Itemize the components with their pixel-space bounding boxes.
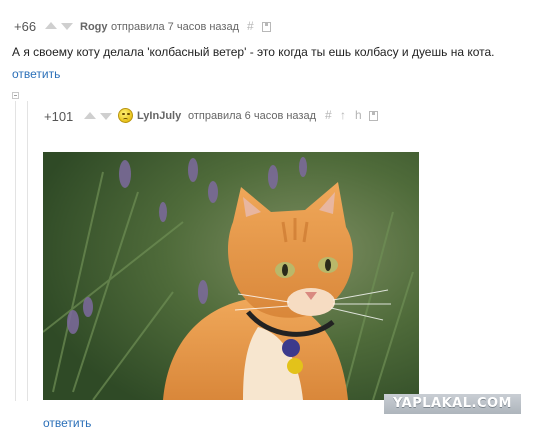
thread-line	[15, 101, 16, 401]
cat-illustration	[43, 152, 419, 400]
comment1-downvote-icon[interactable]	[61, 23, 73, 30]
comment1-username[interactable]: Rogy	[80, 21, 108, 33]
comment2-upvote-icon[interactable]	[84, 112, 96, 119]
comment1-permalink-icon[interactable]: #	[247, 19, 254, 33]
comment2-save-icon[interactable]	[369, 111, 378, 121]
comment1-save-icon[interactable]	[262, 22, 271, 32]
cat-photo	[43, 152, 419, 400]
user-avatar-smiley-icon	[118, 108, 133, 123]
comment1-timestamp: отправила 7 часов назад	[111, 21, 239, 33]
comment2-reply-link[interactable]: ответить	[43, 416, 91, 430]
comment1-reply-link[interactable]: ответить	[12, 67, 60, 81]
comment1-rating: +66	[14, 19, 37, 34]
comment1-text: А я своему коту делала 'колбасный ветер'…	[12, 45, 495, 59]
comment2-history-icon[interactable]: h	[355, 108, 362, 122]
comment1-upvote-icon[interactable]	[45, 22, 57, 29]
comment2-rating: +101	[44, 109, 74, 124]
comment2-quote-icon[interactable]: ↑	[340, 108, 346, 122]
site-watermark: YAPLAKAL.COM	[384, 394, 521, 414]
comment2-downvote-icon[interactable]	[100, 113, 112, 120]
thread-line	[27, 101, 28, 401]
comment2-permalink-icon[interactable]: #	[325, 108, 332, 122]
thread-collapse-icon[interactable]	[12, 92, 19, 99]
comment2-username[interactable]: LyInJuly	[137, 110, 181, 122]
comment2-timestamp: отправила 6 часов назад	[188, 110, 316, 122]
